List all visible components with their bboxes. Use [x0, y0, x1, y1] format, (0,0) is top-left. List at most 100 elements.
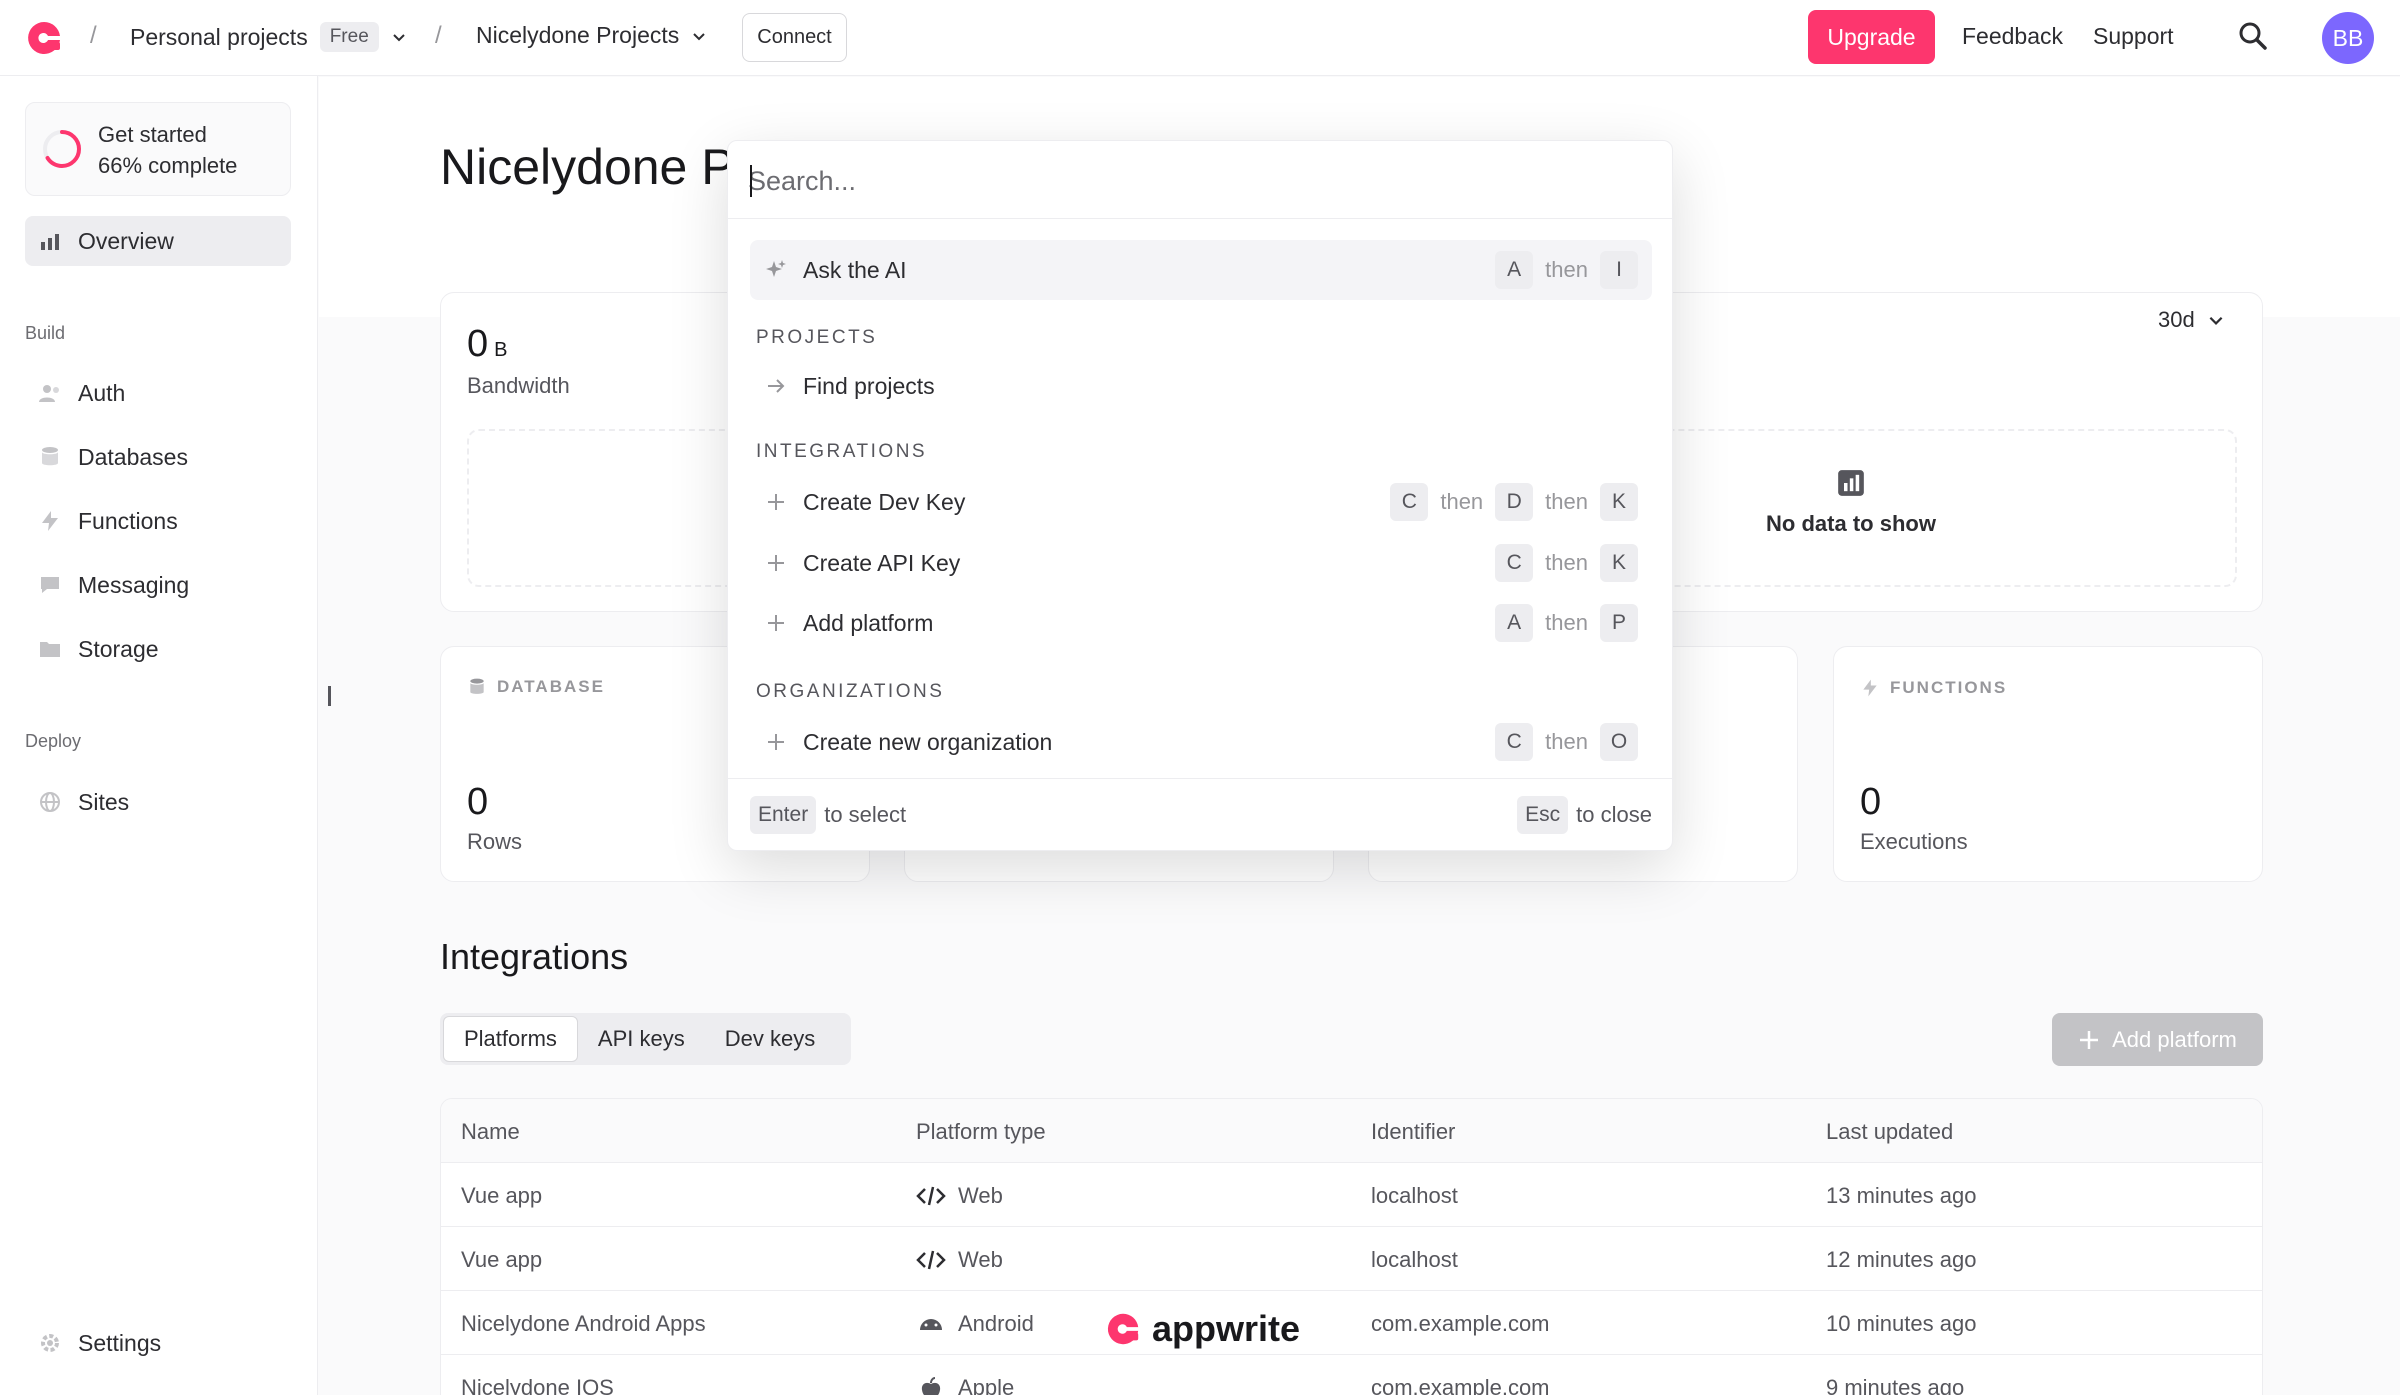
sidebar-item-sites[interactable]: Sites — [25, 777, 291, 827]
command-create-organization[interactable]: Create new organization C then O — [750, 712, 1652, 772]
platform-name: Vue app — [461, 1183, 543, 1208]
bar-chart-icon — [41, 234, 59, 250]
platforms-table: Name Platform type Identifier Last updat… — [440, 1098, 2263, 1395]
sidebar-resize-handle[interactable] — [328, 686, 331, 706]
sidebar-section-deploy: Deploy — [25, 731, 82, 751]
lightning-icon — [42, 511, 58, 531]
platform-last-updated: 13 minutes ago — [1826, 1183, 1977, 1208]
column-header-name[interactable]: Name — [461, 1119, 520, 1145]
sidebar-item-functions[interactable]: Functions — [25, 496, 291, 546]
shortcut-key: A — [1495, 604, 1534, 642]
platform-last-updated: 12 minutes ago — [1826, 1247, 1977, 1272]
command-ask-ai[interactable]: Ask the AI A then I — [750, 240, 1652, 300]
plus-icon — [2080, 1030, 2099, 1049]
command-search-input[interactable] — [748, 161, 1648, 201]
command-find-projects[interactable]: Find projects — [750, 356, 1652, 416]
avatar[interactable]: BB — [2322, 12, 2374, 64]
get-started-title: Get started — [98, 122, 207, 147]
appwrite-logo-icon — [1107, 1313, 1139, 1345]
sidebar-item-label: Databases — [78, 443, 188, 470]
watermark-text: appwrite — [1152, 1308, 1301, 1349]
footer-select-hint: Enter to select — [750, 796, 906, 834]
table-row[interactable]: Nicelydone IOS Apple com.example.com 9 m… — [441, 1355, 2262, 1395]
palette-footer: Enter to select Esc to close — [728, 778, 1674, 852]
functions-stat-card[interactable]: FUNCTIONS 0 Executions — [1833, 646, 2263, 882]
feedback-link[interactable]: Feedback — [1962, 23, 2063, 50]
code-icon — [916, 1186, 946, 1206]
database-stat-value: 0 — [467, 781, 489, 823]
esc-key: Esc — [1517, 796, 1569, 834]
appwrite-logo-icon[interactable] — [24, 18, 64, 58]
get-started-card[interactable]: Get started 66% complete — [25, 102, 291, 196]
connect-button[interactable]: Connect — [742, 13, 847, 62]
upgrade-button[interactable]: Upgrade — [1808, 10, 1935, 64]
sidebar-item-label: Storage — [78, 635, 159, 662]
keyboard-shortcut: A then I — [1495, 251, 1638, 289]
keyboard-shortcut: A then P — [1495, 604, 1638, 642]
command-label: Ask the AI — [803, 256, 907, 283]
get-started-text: Get started 66% complete — [98, 119, 237, 181]
table-row[interactable]: Nicelydone Android Apps Android com.exam… — [441, 1291, 2262, 1355]
search-icon[interactable] — [2237, 20, 2269, 52]
organization-name: Personal projects — [130, 23, 308, 50]
apple-icon — [921, 1377, 941, 1395]
add-platform-label: Add platform — [2112, 1026, 2237, 1052]
keyboard-shortcut: C then D then K — [1390, 483, 1638, 521]
shortcut-key: K — [1600, 544, 1638, 582]
sidebar-item-label: Sites — [78, 788, 130, 815]
sidebar-item-auth[interactable]: Auth — [25, 368, 291, 418]
platform-type: Web — [916, 1247, 1003, 1273]
command-label: Find projects — [803, 372, 935, 399]
command-label: Create API Key — [803, 549, 961, 576]
column-header-last-updated[interactable]: Last updated — [1826, 1119, 1953, 1145]
tab-dev-keys[interactable]: Dev keys — [705, 1016, 835, 1062]
chevron-down-icon — [693, 32, 705, 40]
breadcrumb-project[interactable]: Nicelydone Projects — [476, 22, 707, 49]
platform-identifier: com.example.com — [1371, 1311, 1550, 1336]
table-row[interactable]: Vue app Web localhost 12 minutes ago — [441, 1227, 2262, 1291]
sidebar-item-messaging[interactable]: Messaging — [25, 560, 291, 610]
table-row[interactable]: Vue app Web localhost 13 minutes ago — [441, 1163, 2262, 1227]
breadcrumb-separator: / — [435, 22, 442, 49]
arrow-right-icon — [768, 379, 785, 393]
lightning-icon — [1863, 679, 1877, 697]
platform-type: Android — [916, 1311, 1034, 1337]
column-header-platform-type[interactable]: Platform type — [916, 1119, 1046, 1145]
top-bar: / Personal projects Free / Nicelydone Pr… — [0, 0, 2400, 76]
column-header-identifier[interactable]: Identifier — [1371, 1119, 1455, 1145]
functions-stat-title: FUNCTIONS — [1890, 678, 2008, 697]
add-platform-button[interactable]: Add platform — [2052, 1013, 2263, 1066]
sidebar-item-databases[interactable]: Databases — [25, 432, 291, 482]
group-label-integrations: INTEGRATIONS — [756, 441, 928, 462]
divider — [728, 218, 1674, 219]
database-stat-title: DATABASE — [497, 677, 605, 696]
sidebar-item-label: Messaging — [78, 571, 190, 598]
shortcut-key: A — [1495, 251, 1534, 289]
database-stat-header: DATABASE — [467, 677, 605, 697]
keyboard-shortcut: C then O — [1495, 723, 1638, 761]
command-label: Create Dev Key — [803, 488, 966, 515]
page-title: Nicelydone P — [440, 139, 735, 195]
shortcut-key: C — [1390, 483, 1429, 521]
no-data-text: No data to show — [1766, 511, 1936, 536]
command-add-platform[interactable]: Add platform A then P — [750, 593, 1652, 653]
platform-type: Apple — [916, 1375, 1014, 1395]
group-label-organizations: ORGANIZATIONS — [756, 681, 945, 702]
sidebar-item-storage[interactable]: Storage — [25, 624, 291, 674]
breadcrumb-organization[interactable]: Personal projects Free — [130, 22, 407, 52]
sidebar-item-settings[interactable]: Settings — [25, 1318, 291, 1368]
code-icon — [916, 1250, 946, 1270]
platform-last-updated: 9 minutes ago — [1826, 1375, 1965, 1395]
tab-api-keys[interactable]: API keys — [578, 1016, 705, 1062]
command-create-api-key[interactable]: Create API Key C then K — [750, 533, 1652, 593]
command-label: Create new organization — [803, 728, 1053, 755]
command-create-dev-key[interactable]: Create Dev Key C then D then K — [750, 472, 1652, 532]
support-link[interactable]: Support — [2093, 23, 2174, 50]
keyboard-shortcut: C then K — [1495, 544, 1638, 582]
bar-chart-icon — [1838, 470, 1864, 496]
shortcut-then: then — [1545, 550, 1588, 575]
tab-platforms[interactable]: Platforms — [443, 1016, 578, 1062]
functions-stat-label: Executions — [1860, 829, 1968, 854]
sidebar-item-overview[interactable]: Overview — [25, 216, 291, 266]
range-select[interactable]: 30d — [2158, 307, 2225, 333]
